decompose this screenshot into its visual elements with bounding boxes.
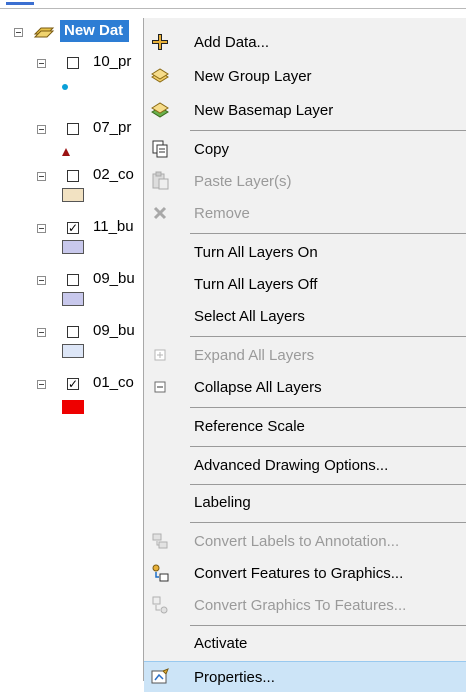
- layer-collapse-icon[interactable]: [37, 380, 46, 389]
- menu-item-label: New Basemap Layer: [194, 102, 334, 119]
- polygon-symbol-icon: [62, 344, 84, 358]
- menu-separator: [190, 233, 466, 234]
- toolbar-strip: [0, 0, 466, 10]
- properties-icon: [151, 668, 169, 684]
- menu-item-add-data[interactable]: Add Data...: [144, 27, 466, 57]
- polygon-symbol-icon: [62, 292, 84, 306]
- convert-features-icon: [152, 564, 169, 582]
- menu-item-label: Turn All Layers On: [194, 244, 318, 261]
- layer-visibility-checkbox[interactable]: [67, 326, 79, 338]
- polygon-symbol-icon: [62, 188, 84, 202]
- menu-separator: [190, 446, 466, 447]
- layer-visibility-checkbox[interactable]: [67, 274, 79, 286]
- menu-separator: [190, 625, 466, 626]
- convert-graphics-icon: [152, 596, 168, 614]
- convert-labels-icon: [152, 533, 168, 549]
- layer-name[interactable]: 11_bu: [93, 218, 134, 235]
- menu-item-properties[interactable]: Properties...: [144, 661, 466, 692]
- menu-item-convert-labels-to-annotation[interactable]: Convert Labels to Annotation...: [144, 526, 466, 556]
- menu-item-label: Turn All Layers Off: [194, 276, 318, 293]
- polygon-symbol-icon: [62, 240, 84, 254]
- menu-separator: [190, 336, 466, 337]
- menu-separator: [190, 407, 466, 408]
- menu-item-new-group-layer[interactable]: New Group Layer: [144, 61, 466, 91]
- menu-item-paste-layers[interactable]: Paste Layer(s): [144, 166, 466, 196]
- menu-item-expand-all-layers[interactable]: Expand All Layers: [144, 340, 466, 370]
- layer-collapse-icon[interactable]: [37, 59, 46, 68]
- menu-item-label: Advanced Drawing Options...: [194, 457, 389, 474]
- menu-item-label: New Group Layer: [194, 68, 312, 85]
- menu-item-turn-all-layers-off[interactable]: Turn All Layers Off: [144, 269, 466, 299]
- data-frame-icon: [33, 27, 55, 38]
- toolbar-accent: [6, 2, 34, 5]
- table-of-contents: New Dat 10_pr 07_pr 02_co ✓ 11_bu 09_bu …: [0, 18, 160, 681]
- menu-item-advanced-drawing-options[interactable]: Advanced Drawing Options...: [144, 450, 466, 480]
- menu-item-label: Paste Layer(s): [194, 173, 292, 190]
- menu-item-convert-graphics-to-features[interactable]: Convert Graphics To Features...: [144, 590, 466, 620]
- layer-name[interactable]: 01_co: [93, 374, 134, 391]
- layer-name[interactable]: 07_pr: [93, 119, 131, 136]
- layer-collapse-icon[interactable]: [37, 328, 46, 337]
- menu-item-label: Copy: [194, 141, 230, 158]
- menu-item-select-all-layers[interactable]: Select All Layers: [144, 301, 466, 331]
- layer-visibility-checkbox[interactable]: ✓: [67, 378, 79, 390]
- menu-item-label: Convert Labels to Annotation...: [194, 533, 400, 550]
- add-icon: [152, 34, 168, 50]
- menu-item-label: Collapse All Layers: [194, 379, 322, 396]
- triangle-symbol-icon: [62, 148, 70, 156]
- toolbar-divider: [0, 8, 466, 9]
- menu-item-new-basemap-layer[interactable]: New Basemap Layer: [144, 95, 466, 125]
- copy-icon: [152, 140, 168, 158]
- layer-name[interactable]: 09_bu: [93, 322, 135, 339]
- basemap-layer-icon: [151, 102, 169, 118]
- layer-visibility-checkbox[interactable]: [67, 170, 79, 182]
- menu-item-label: Add Data...: [194, 34, 270, 51]
- collapse-icon: [154, 381, 166, 393]
- menu-item-label: Remove: [194, 205, 250, 222]
- layer-name[interactable]: 10_pr: [93, 53, 131, 70]
- menu-item-label: Reference Scale: [194, 418, 305, 435]
- paste-icon: [152, 171, 169, 190]
- menu-separator: [190, 130, 466, 131]
- menu-separator: [190, 484, 466, 485]
- menu-separator: [190, 522, 466, 523]
- polygon-symbol-icon: [62, 400, 84, 414]
- menu-item-turn-all-layers-on[interactable]: Turn All Layers On: [144, 237, 466, 267]
- menu-item-labeling[interactable]: Labeling: [144, 487, 466, 517]
- menu-item-remove[interactable]: Remove: [144, 198, 466, 228]
- menu-item-label: Properties...: [194, 669, 275, 686]
- remove-icon: [153, 206, 167, 220]
- layer-name[interactable]: 02_co: [93, 166, 134, 183]
- menu-item-reference-scale[interactable]: Reference Scale: [144, 411, 466, 441]
- layer-collapse-icon[interactable]: [37, 125, 46, 134]
- menu-item-activate[interactable]: Activate: [144, 628, 466, 658]
- menu-item-label: Expand All Layers: [194, 347, 315, 364]
- menu-item-copy[interactable]: Copy: [144, 134, 466, 164]
- menu-item-label: Convert Graphics To Features...: [194, 597, 407, 614]
- menu-item-label: Select All Layers: [194, 308, 305, 325]
- layer-collapse-icon[interactable]: [37, 276, 46, 285]
- layer-visibility-checkbox[interactable]: [67, 57, 79, 69]
- layer-collapse-icon[interactable]: [37, 224, 46, 233]
- menu-item-label: Labeling: [194, 494, 251, 511]
- menu-item-collapse-all-layers[interactable]: Collapse All Layers: [144, 372, 466, 402]
- layer-name[interactable]: 09_bu: [93, 270, 135, 287]
- data-frame-collapse-icon[interactable]: [14, 28, 23, 37]
- layer-collapse-icon[interactable]: [37, 172, 46, 181]
- layer-visibility-checkbox[interactable]: ✓: [67, 222, 79, 234]
- group-layer-icon: [151, 68, 169, 83]
- menu-item-label: Convert Features to Graphics...: [194, 565, 404, 582]
- layer-visibility-checkbox[interactable]: [67, 123, 79, 135]
- menu-item-convert-features-to-graphics[interactable]: Convert Features to Graphics...: [144, 558, 466, 588]
- menu-item-label: Activate: [194, 635, 248, 652]
- context-menu: Add Data... New Group Layer New Basemap …: [143, 18, 466, 692]
- data-frame-label[interactable]: New Dat: [60, 20, 130, 42]
- expand-icon: [154, 349, 166, 361]
- point-symbol-icon: [62, 84, 68, 90]
